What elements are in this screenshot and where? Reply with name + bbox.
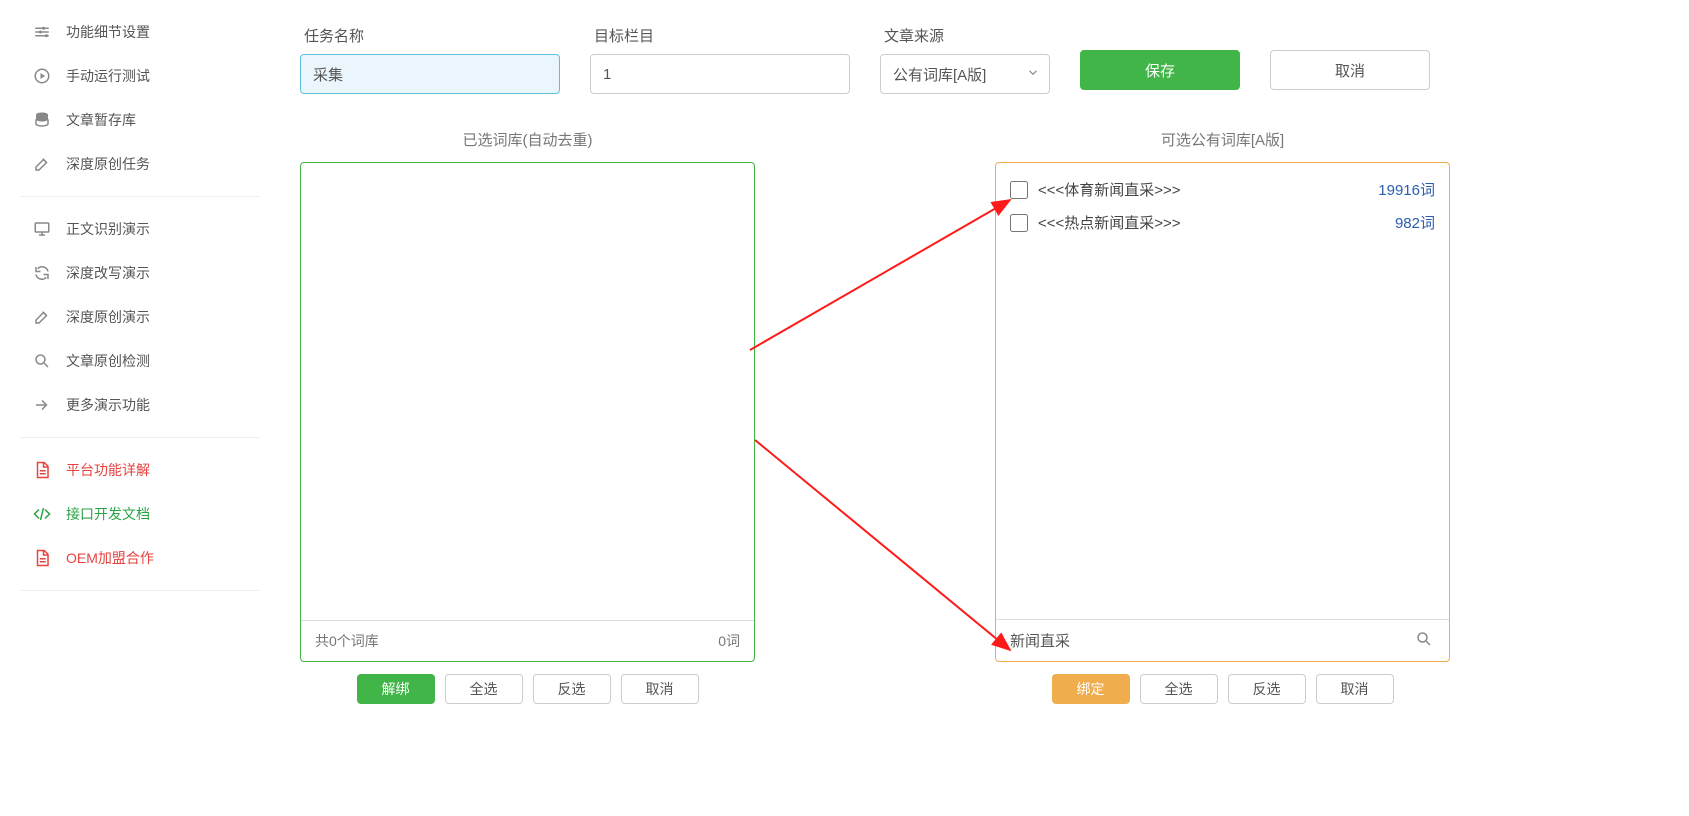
sliders-icon: [30, 23, 54, 41]
sidebar-item-article-original-check[interactable]: 文章原创检测: [20, 339, 260, 383]
article-source-select[interactable]: [880, 54, 1050, 94]
file-text-icon: [30, 549, 54, 567]
edit-icon: [30, 155, 54, 173]
sidebar-item-api-dev-docs[interactable]: 接口开发文档: [20, 492, 260, 536]
sidebar-item-more-demo-features[interactable]: 更多演示功能: [20, 383, 260, 427]
search-icon: [30, 352, 54, 370]
invert-selection-button[interactable]: 反选: [533, 674, 611, 704]
cancel-selection-button[interactable]: 取消: [1316, 674, 1394, 704]
lexicon-item[interactable]: <<<体育新闻直采>>> 19916词: [1010, 173, 1435, 206]
divider: [20, 590, 260, 591]
file-text-icon: [30, 461, 54, 479]
lexicon-checkbox[interactable]: [1010, 181, 1028, 199]
sidebar-item-detail-settings[interactable]: 功能细节设置: [20, 10, 260, 54]
sidebar-item-label: 深度改写演示: [66, 263, 150, 283]
available-lexicon-box: <<<体育新闻直采>>> 19916词 <<<热点新闻直采>>> 982词: [995, 162, 1450, 662]
sidebar-item-label: 文章原创检测: [66, 351, 150, 371]
sidebar-item-platform-guide[interactable]: 平台功能详解: [20, 448, 260, 492]
sidebar-item-label: 平台功能详解: [66, 460, 150, 480]
sidebar-item-deep-rewrite-demo[interactable]: 深度改写演示: [20, 251, 260, 295]
sidebar-item-label: 文章暂存库: [66, 110, 136, 130]
share-icon: [30, 396, 54, 414]
lexicon-label: <<<体育新闻直采>>>: [1038, 179, 1378, 200]
edit-icon: [30, 308, 54, 326]
selected-lexicon-footer: 共0个词库 0词: [301, 620, 754, 661]
sidebar-item-label: 手动运行测试: [66, 66, 150, 86]
form-group-task-name: 任务名称: [300, 25, 560, 94]
sidebar-item-label: 正文识别演示: [66, 219, 150, 239]
cancel-button[interactable]: 取消: [1270, 50, 1430, 90]
available-lexicon-actions: 绑定 全选 反选 取消: [995, 674, 1450, 704]
form-row: 任务名称 目标栏目 文章来源 保存 取消: [300, 25, 1669, 94]
divider: [20, 196, 260, 197]
refresh-icon: [30, 264, 54, 282]
available-lexicon-panel: 可选公有词库[A版] <<<体育新闻直采>>> 19916词 <<<热点新闻直采…: [995, 129, 1450, 704]
play-circle-icon: [30, 67, 54, 85]
search-icon[interactable]: [1409, 626, 1439, 655]
available-lexicon-search: [996, 619, 1449, 661]
select-all-button[interactable]: 全选: [1140, 674, 1218, 704]
sidebar-item-label: OEM加盟合作: [66, 548, 154, 568]
lexicon-label: <<<热点新闻直采>>>: [1038, 212, 1395, 233]
sidebar-item-manual-run-test[interactable]: 手动运行测试: [20, 54, 260, 98]
available-lexicon-body: <<<体育新闻直采>>> 19916词 <<<热点新闻直采>>> 982词: [996, 163, 1449, 619]
target-column-input[interactable]: [590, 54, 850, 94]
database-icon: [30, 111, 54, 129]
form-group-target-column: 目标栏目: [590, 25, 850, 94]
lexicon-search-input[interactable]: [1006, 628, 1409, 653]
save-button[interactable]: 保存: [1080, 50, 1240, 90]
article-source-label: 文章来源: [880, 25, 1050, 46]
task-name-label: 任务名称: [300, 25, 560, 46]
code-icon: [30, 505, 54, 523]
selected-lexicon-panel: 已选词库(自动去重) 共0个词库 0词 解绑 全选 反选 取消: [300, 129, 755, 704]
lexicon-count: 982词: [1395, 212, 1435, 233]
target-column-label: 目标栏目: [590, 25, 850, 46]
selected-lexicon-actions: 解绑 全选 反选 取消: [300, 674, 755, 704]
sidebar-item-article-temp-store[interactable]: 文章暂存库: [20, 98, 260, 142]
sidebar: 功能细节设置 手动运行测试 文章暂存库 深度原创任务 正文识别演示 深度改写演示…: [20, 0, 260, 601]
selected-lexicon-box: 共0个词库 0词: [300, 162, 755, 662]
cancel-selection-button[interactable]: 取消: [621, 674, 699, 704]
divider: [20, 437, 260, 438]
sidebar-item-label: 接口开发文档: [66, 504, 150, 524]
sidebar-item-deep-original-demo[interactable]: 深度原创演示: [20, 295, 260, 339]
task-name-input[interactable]: [300, 54, 560, 94]
sidebar-item-label: 深度原创任务: [66, 154, 150, 174]
sidebar-item-oem-cooperation[interactable]: OEM加盟合作: [20, 536, 260, 580]
lexicon-item[interactable]: <<<热点新闻直采>>> 982词: [1010, 206, 1435, 239]
spacer: [1080, 25, 1430, 42]
monitor-icon: [30, 220, 54, 238]
unbind-button[interactable]: 解绑: [357, 674, 435, 704]
selected-lexicon-body: [301, 163, 754, 620]
panels-row: 已选词库(自动去重) 共0个词库 0词 解绑 全选 反选 取消 可选公有词库[A…: [300, 129, 1669, 704]
form-group-article-source: 文章来源: [880, 25, 1050, 94]
sidebar-item-body-recognition-demo[interactable]: 正文识别演示: [20, 207, 260, 251]
bind-button[interactable]: 绑定: [1052, 674, 1130, 704]
selected-lexicon-count: 共0个词库: [315, 631, 379, 651]
selected-lexicon-words: 0词: [718, 631, 740, 651]
selected-lexicon-title: 已选词库(自动去重): [300, 129, 755, 150]
sidebar-item-label: 更多演示功能: [66, 395, 150, 415]
available-lexicon-title: 可选公有词库[A版]: [995, 129, 1450, 150]
sidebar-item-deep-original-task[interactable]: 深度原创任务: [20, 142, 260, 186]
sidebar-item-label: 深度原创演示: [66, 307, 150, 327]
sidebar-item-label: 功能细节设置: [66, 22, 150, 42]
lexicon-count: 19916词: [1378, 179, 1435, 200]
main-content: 任务名称 目标栏目 文章来源 保存 取消 已选词库(自动去重): [300, 0, 1669, 704]
select-all-button[interactable]: 全选: [445, 674, 523, 704]
invert-selection-button[interactable]: 反选: [1228, 674, 1306, 704]
form-group-actions: 保存 取消: [1080, 25, 1430, 94]
lexicon-checkbox[interactable]: [1010, 214, 1028, 232]
